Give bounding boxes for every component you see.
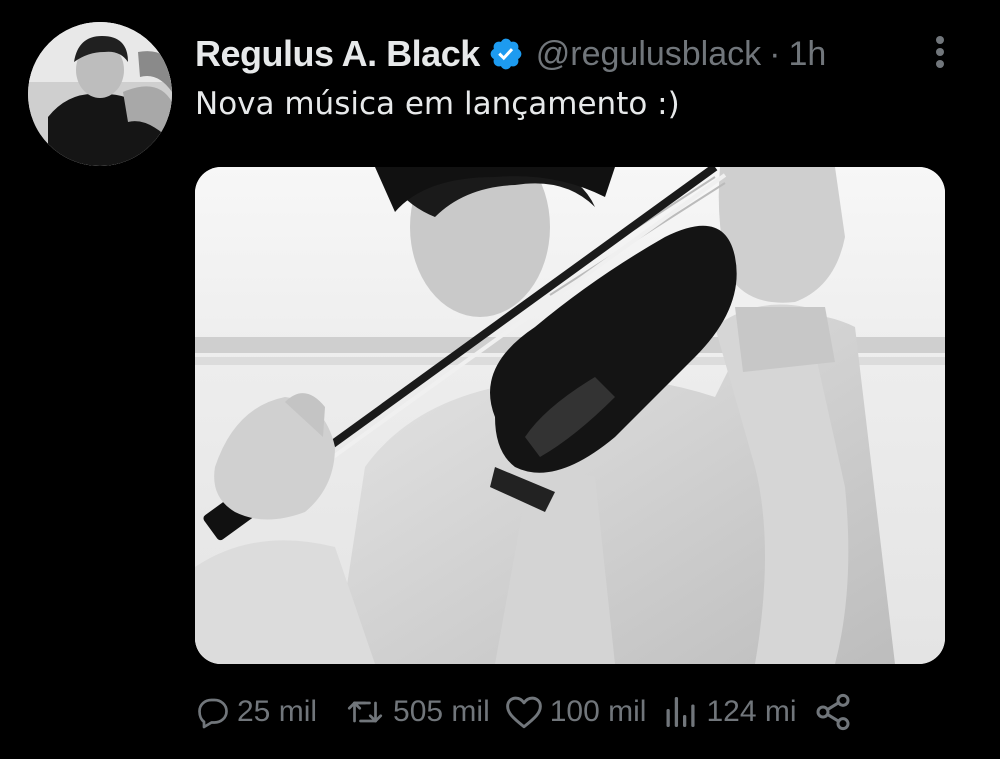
views-chart-icon [660,694,700,730]
separator-dot: · [769,34,781,73]
share-button[interactable] [813,692,853,732]
reply-count: 25 mil [237,695,318,728]
avatar[interactable] [28,22,172,166]
retweet-icon [343,694,387,730]
timestamp[interactable]: 1h [788,35,826,74]
reply-button[interactable]: 25 mil [195,694,317,730]
retweet-button[interactable]: 505 mil [343,694,490,730]
user-handle[interactable]: @regulusblack [536,35,761,74]
views-count: 124 mi [706,695,797,728]
heart-icon [504,694,544,730]
tweet-header: Regulus A. Black @regulusblack · 1h [195,28,826,80]
retweet-count: 505 mil [393,695,490,728]
more-vertical-icon[interactable] [926,32,954,72]
violinist-photo [195,167,945,664]
tweet-actions: 25 mil 505 mil 100 mil 124 mi [195,688,853,736]
reply-icon [195,694,231,730]
share-icon [813,692,853,732]
like-count: 100 mil [549,695,647,728]
tweet-media-image[interactable] [195,167,945,664]
display-name[interactable]: Regulus A. Black [195,33,480,75]
views-button[interactable]: 124 mi [660,694,797,730]
verified-badge-icon [488,36,524,72]
avatar-photo [28,22,172,166]
tweet-text: Nova música em lançamento :) [195,86,680,122]
like-button[interactable]: 100 mil [504,694,647,730]
